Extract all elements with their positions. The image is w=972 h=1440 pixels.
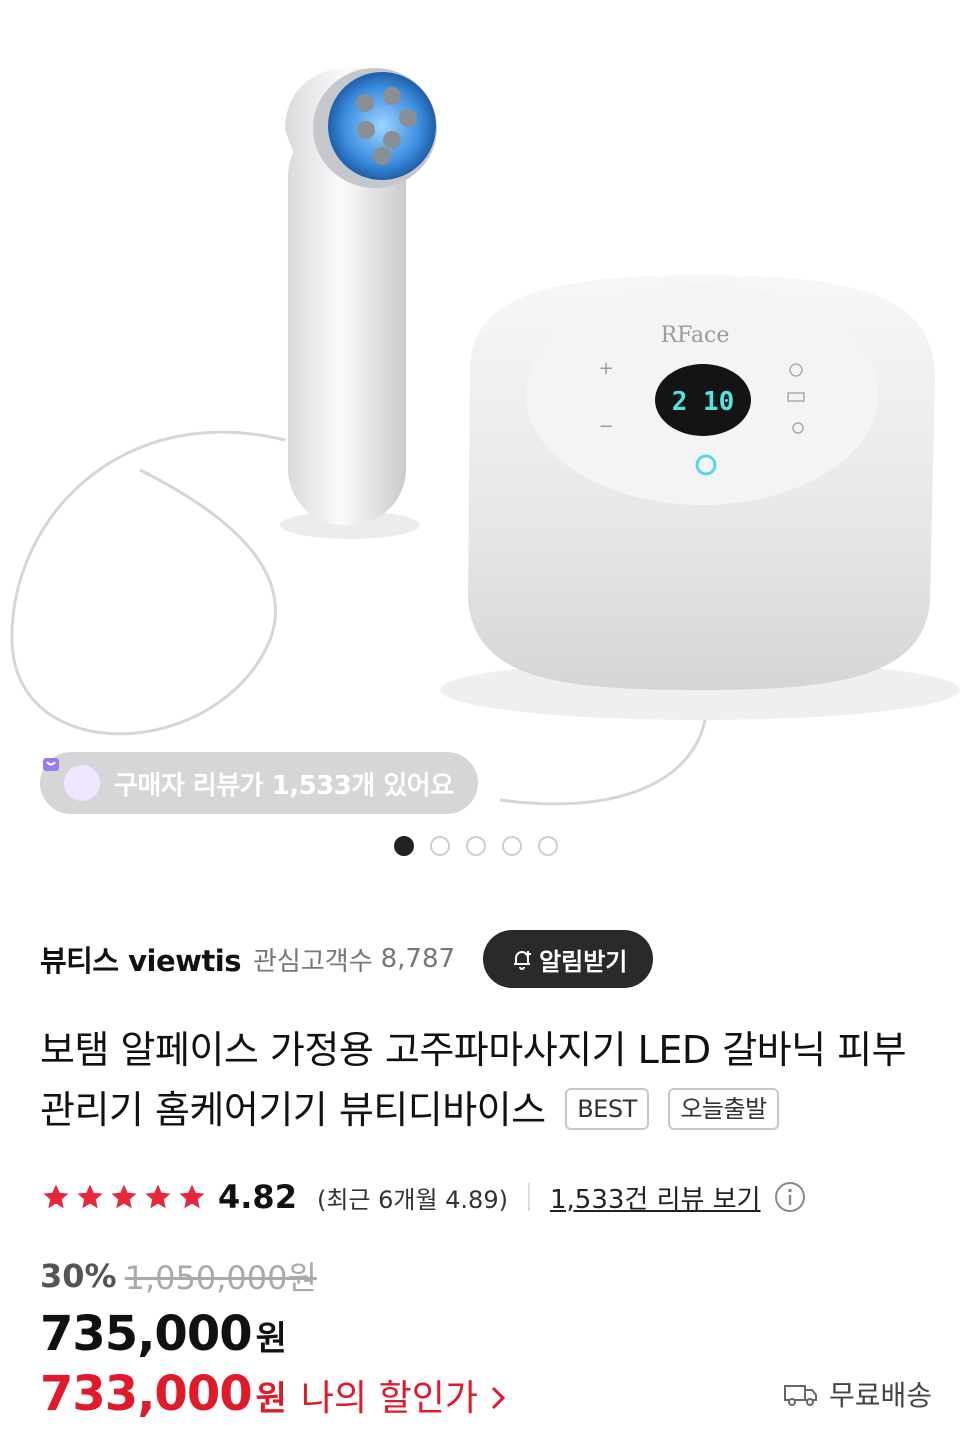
star-icon <box>179 1184 205 1209</box>
my-discount-label: 나의 할인가 <box>300 1378 478 1419</box>
star-rating <box>40 1182 208 1212</box>
svg-text:+: + <box>598 358 613 379</box>
star-icon <box>111 1184 137 1209</box>
truck-icon <box>783 1385 817 1406</box>
interest-label: 관심고객수 <box>253 946 373 977</box>
carousel-dot[interactable] <box>394 836 414 856</box>
seller-name[interactable]: 뷰티스 viewtis <box>40 938 242 980</box>
star-icon <box>77 1184 103 1209</box>
sale-price-currency: 원 <box>255 1319 287 1359</box>
product-title: 보탬 알페이스 가정용 고주파마사지기 LED 갈바닉 피부관리기 홈케어기기 … <box>40 1020 940 1140</box>
seller-row: 뷰티스 viewtis 관심고객수 8,787 알림받기 <box>40 928 940 990</box>
shopping-bag-icon <box>43 758 100 801</box>
sale-price-row: 735,000 원 <box>40 1306 287 1370</box>
carousel-dot[interactable] <box>430 836 450 856</box>
recent-rating: (최근 6개월 4.89) <box>316 1185 508 1214</box>
carousel-dot[interactable] <box>502 836 522 856</box>
carousel-indicator <box>394 836 558 856</box>
review-pill-text: 구매자 리뷰가 1,533개 있어요 <box>114 770 454 801</box>
alert-subscribe-button[interactable]: 알림받기 <box>483 930 654 988</box>
free-shipping-label: 무료배송 <box>828 1379 932 1412</box>
rating-value: 4.82 <box>218 1178 297 1216</box>
svg-text:−: − <box>598 416 613 437</box>
carousel-dot[interactable] <box>538 836 558 856</box>
original-price: 1,050,000원 <box>124 1259 317 1297</box>
my-discount-price: 733,000 <box>40 1366 253 1422</box>
alert-button-label: 알림받기 <box>539 947 628 976</box>
info-icon[interactable] <box>773 1180 807 1214</box>
star-icon <box>145 1184 171 1209</box>
divider <box>527 1183 530 1211</box>
sale-price: 735,000 <box>40 1306 253 1362</box>
chevron-right-icon <box>491 1386 506 1410</box>
my-discount-currency: 원 <box>255 1379 287 1419</box>
device-display: 2 10 <box>672 387 735 417</box>
today-ship-badge: 오늘출발 <box>668 1087 779 1130</box>
review-count-pill[interactable]: 구매자 리뷰가 1,533개 있어요 <box>40 752 478 814</box>
rating-row: 4.82 (최근 6개월 4.89) 1,533건 리뷰 보기 <box>40 1172 940 1222</box>
original-price-row: 30% 1,050,000원 <box>40 1254 317 1298</box>
carousel-dot[interactable] <box>466 836 486 856</box>
free-shipping: 무료배송 <box>783 1374 932 1414</box>
brand-logo: RFace <box>661 323 730 348</box>
product-image-carousel[interactable]: 2 10 RFace + − 구매자 리뷰가 1,533개 있어요 <box>0 0 972 900</box>
review-link[interactable]: 1,533건 리뷰 보기 <box>550 1179 761 1216</box>
bell-plus-icon <box>514 951 532 970</box>
star-icon <box>43 1184 69 1209</box>
best-badge: BEST <box>565 1087 649 1130</box>
interest-count: 8,787 <box>380 944 456 974</box>
discount-rate: 30% <box>40 1257 117 1295</box>
